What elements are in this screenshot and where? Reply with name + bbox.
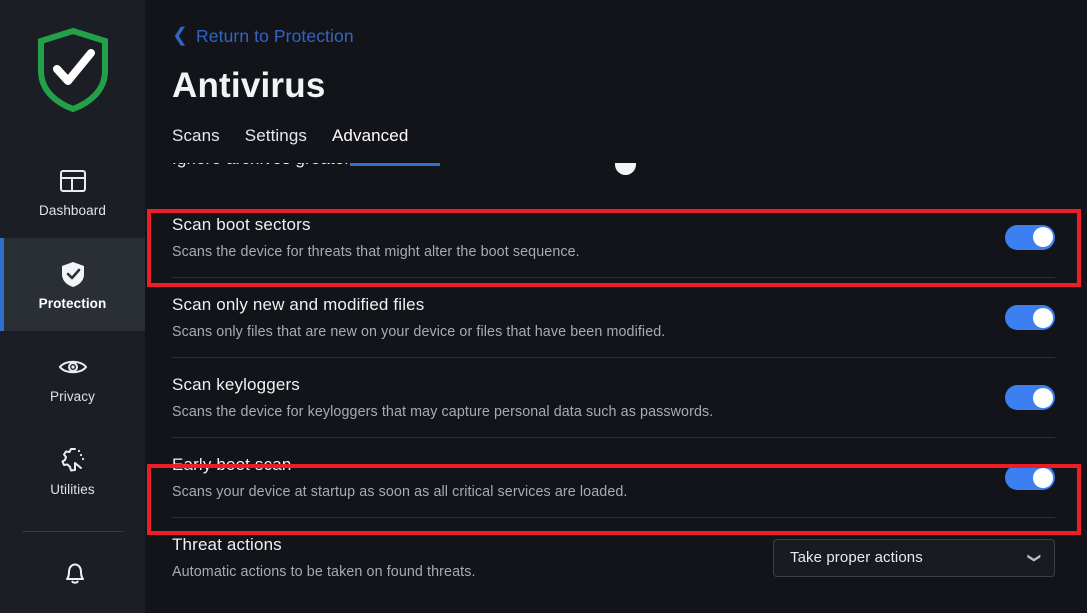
sidebar-item-label: Utilities [50,481,95,497]
return-to-protection-link[interactable]: ❮ Return to Protection [172,26,354,47]
eye-icon [58,352,88,382]
sidebar-item-label: Dashboard [39,202,106,218]
chevron-left-icon: ❮ [172,25,189,46]
dashboard-layout-icon [58,166,88,196]
tab-bar: Scans Settings Advanced [172,126,1087,152]
row-description: Scans the device for keyloggers that may… [172,404,714,420]
sidebar-item-protection[interactable]: Protection [0,238,145,331]
sidebar: Dashboard Protection Privacy Utilities [0,0,145,613]
scan-only-new-files-toggle[interactable] [1005,305,1055,330]
sidebar-item-privacy[interactable]: Privacy [0,331,145,424]
sidebar-item-dashboard[interactable]: Dashboard [0,145,145,238]
page-header: ❮ Return to Protection Antivirus Scans S… [145,0,1087,152]
row-title: Threat actions [172,535,282,554]
early-boot-scan-toggle[interactable] [1005,465,1055,490]
setting-row-threat-actions[interactable]: Threat actions Automatic actions to be t… [145,518,1087,597]
row-title: Early boot scan [172,455,292,474]
setting-row-scan-boot-sectors[interactable]: Scan boot sectors Scans the device for t… [145,197,1087,277]
page-title: Antivirus [172,66,326,105]
row-title: Scan only new and modified files [172,295,425,314]
setting-row-ignore-archives[interactable]: Ignore archives greater than 0 MB [145,163,1087,197]
row-description: Scans only files that are new on your de… [172,324,666,340]
sidebar-item-label: Privacy [50,388,95,404]
tab-settings[interactable]: Settings [245,126,307,152]
archive-size-value: 0 MB [1021,163,1055,167]
sidebar-item-label: Protection [38,295,107,311]
setting-row-scan-only-new-and-modified-files[interactable]: Scan only new and modified files Scans o… [145,278,1087,357]
toggle-knob [1032,307,1053,328]
toggle-knob [1032,467,1053,488]
shield-check-filled-icon [58,259,88,289]
sidebar-item-utilities[interactable]: Utilities [0,424,145,517]
row-description: Automatic actions to be taken on found t… [172,564,476,580]
scan-boot-sectors-toggle[interactable] [1005,224,1055,250]
setting-row-scan-keyloggers[interactable]: Scan keyloggers Scans the device for key… [145,358,1087,437]
chevron-down-icon: ❯ [1027,552,1043,563]
active-tab-underline [350,163,440,166]
select-value: Take proper actions [790,549,923,566]
gear-wrench-icon [58,445,88,475]
brand-logo [0,0,145,145]
return-link-label: Return to Protection [196,26,354,46]
row-title: Scan boot sectors [172,214,311,234]
threat-actions-select[interactable]: Take proper actions ❯ [773,538,1055,577]
row-title: Scan keyloggers [172,375,300,394]
settings-list: Ignore archives greater than 0 MB Scan b… [145,163,1087,613]
tab-advanced[interactable]: Advanced [332,126,408,152]
setting-row-early-boot-scan[interactable]: Early boot scan Scans your device at sta… [145,438,1087,517]
tab-scans[interactable]: Scans [172,126,220,152]
scan-keyloggers-toggle[interactable] [1005,385,1055,410]
main-panel: ❮ Return to Protection Antivirus Scans S… [145,0,1087,613]
archive-size-slider-handle[interactable] [615,163,636,175]
toggle-knob [1032,227,1053,247]
row-description: Scans the device for threats that might … [172,243,580,260]
shield-check-icon [35,27,111,118]
toggle-knob [1032,387,1053,408]
row-description: Scans your device at startup as soon as … [172,484,628,500]
bell-icon[interactable] [58,556,88,586]
